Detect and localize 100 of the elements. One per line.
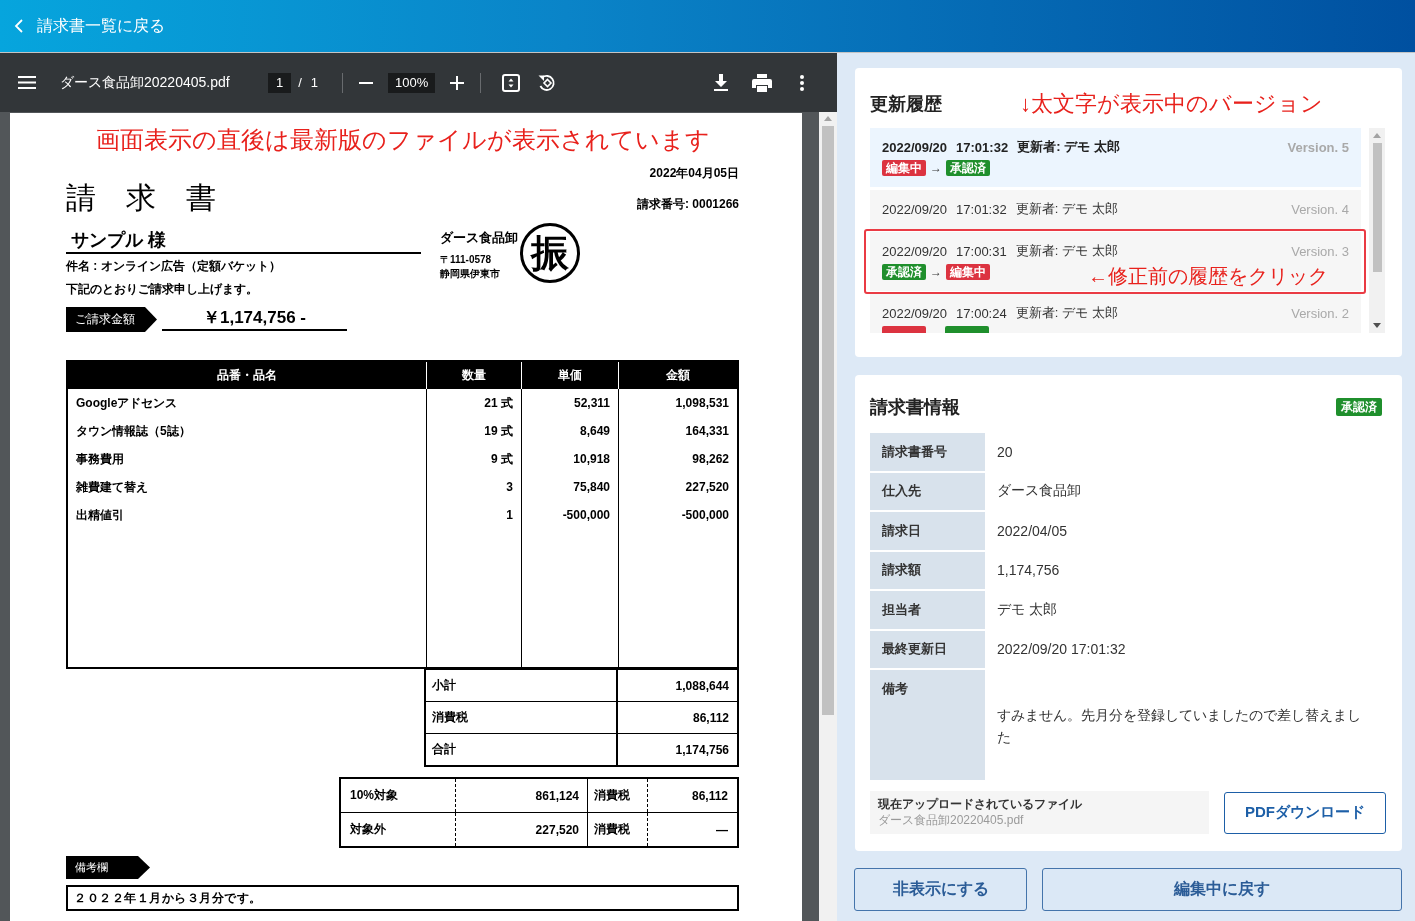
history-item[interactable]: 2022/09/20 17:01:32 更新者: デモ 太郎 Version. 5 編集中 → 承認済 xyxy=(870,128,1361,187)
page-number-field[interactable]: 1 xyxy=(268,72,292,93)
table-cell: -500,000 xyxy=(618,501,737,529)
history-item[interactable]: 2022/09/20 17:00:31 更新者: デモ 太郎 Version. 3 承認済 → 編集中 ←修正前の履歴をクリック xyxy=(870,232,1361,291)
history-time: 17:00:31 xyxy=(956,243,1007,259)
table-cell: 10,918 xyxy=(521,445,618,473)
table-cell: 小計 xyxy=(425,669,617,702)
seal-stamp: 振 xyxy=(520,223,580,283)
greeting-text: 下記のとおりご請求申し上げます。 xyxy=(66,281,259,298)
field-label: 備考 xyxy=(870,670,985,780)
version-label: Version. 2 xyxy=(1291,305,1349,321)
status-badge: 承認済 xyxy=(946,160,990,176)
document-title: 請 求 書 xyxy=(66,181,216,215)
file-label: 現在アップロードされているファイル xyxy=(878,796,1083,812)
section-title: 請求書情報 xyxy=(870,396,960,419)
table-cell: 1,098,531 xyxy=(618,389,737,417)
table-cell: 3 xyxy=(426,473,521,501)
fit-page-icon[interactable] xyxy=(502,73,521,92)
history-item[interactable]: 2022/09/20 17:01:32 更新者: デモ 太郎 Version. 4 xyxy=(870,190,1361,229)
status-badge: 編集中 xyxy=(882,160,926,176)
file-name: ダース食品卸20220405.pdf xyxy=(60,73,230,92)
version-label: Version. 5 xyxy=(1287,139,1349,155)
page-separator: / xyxy=(298,75,302,90)
history-editor: 更新者: デモ 太郎 xyxy=(1015,242,1118,260)
history-date: 2022/09/20 xyxy=(882,201,948,217)
field-label: 請求額 xyxy=(870,551,985,589)
action-button[interactable]: 非表示にする xyxy=(854,868,1027,911)
issuer-name: ダース食品卸 xyxy=(440,229,519,247)
table-cell: 227,520 xyxy=(618,473,737,501)
field-value: 2022/04/05 xyxy=(997,522,1068,539)
history-date: 2022/09/20 xyxy=(882,305,948,321)
field-label: 仕入先 xyxy=(870,472,985,510)
table-cell: 861,124 xyxy=(455,778,588,813)
version-label: Version. 3 xyxy=(1291,243,1349,259)
table-cell: 9 式 xyxy=(426,445,521,473)
history-time: 17:01:32 xyxy=(956,201,1007,217)
column-header: 単価 xyxy=(521,362,618,389)
column-header: 品番・品名 xyxy=(68,362,426,389)
status-badge: 承認済 xyxy=(882,264,926,280)
table-cell-text: 雑費建て替え xyxy=(75,478,149,496)
table-cell: 10%対象 xyxy=(340,778,456,813)
field-label: 担当者 xyxy=(870,591,985,629)
download-icon[interactable] xyxy=(713,74,729,91)
table-cell: 98,262 xyxy=(618,445,737,473)
chevron-left-icon xyxy=(14,18,24,34)
more-icon[interactable] xyxy=(800,74,804,91)
menu-icon[interactable] xyxy=(18,76,36,89)
field-value: デモ 太郎 xyxy=(997,600,1057,619)
table-cell: 8,649 xyxy=(521,417,618,445)
action-button[interactable]: 編集中に戻す xyxy=(1042,868,1402,911)
scroll-down-icon[interactable] xyxy=(1373,323,1381,328)
history-editor: 更新者: デモ 太郎 xyxy=(1015,200,1118,218)
section-title: 更新履歴 xyxy=(870,93,942,116)
scrollbar-thumb[interactable] xyxy=(1372,143,1382,272)
history-time: 17:01:32 xyxy=(956,139,1009,155)
annotation-note: 画面表示の直後は最新版のファイルが表示されています xyxy=(95,125,710,155)
amount-label: ご請求金額 xyxy=(66,307,157,332)
invoice-number: 請求番号: 0001266 xyxy=(636,196,739,213)
print-icon[interactable] xyxy=(752,73,772,92)
table-cell-text: Googleアドセンス xyxy=(75,394,179,412)
table-cell: 75,840 xyxy=(521,473,618,501)
field-value: 2022/09/20 17:01:32 xyxy=(997,641,1126,658)
table-cell: 21 式 xyxy=(426,389,521,417)
field-label: 最終更新日 xyxy=(870,630,985,668)
plus-icon[interactable] xyxy=(450,75,465,90)
table-cell: 対象外 xyxy=(340,812,456,847)
table-cell: -500,000 xyxy=(521,501,618,529)
pdf-download-button[interactable]: PDFダウンロード xyxy=(1224,791,1386,834)
field-value: 20 xyxy=(997,443,1013,460)
table-cell: 227,520 xyxy=(455,812,588,847)
file-name: ダース食品卸20220405.pdf xyxy=(878,812,1025,828)
table-cell: 合計 xyxy=(425,733,617,766)
table-cell: 消費税 xyxy=(425,701,617,734)
remarks-label: 備考欄 xyxy=(66,856,150,879)
remarks-box: ２０２２年１月から３月分です。 xyxy=(66,885,739,911)
scrollbar-thumb[interactable] xyxy=(822,126,834,715)
annotation-note: ←修正前の履歴をクリック xyxy=(1088,264,1328,289)
table-cell: 164,331 xyxy=(618,417,737,445)
subject-text: 件名 : オンライン広告（定額バケット） xyxy=(66,258,282,275)
rotate-icon[interactable] xyxy=(537,73,557,92)
status-badge: 編集中 xyxy=(946,264,990,280)
annotation-note: ↓太文字が表示中のバージョン xyxy=(1020,90,1323,118)
zoom-field[interactable]: 100% xyxy=(388,72,436,93)
table-cell: 消費税 xyxy=(587,778,648,813)
postal-code: 〒111-0578 xyxy=(440,253,493,267)
field-value: ダース食品卸 xyxy=(997,482,1081,501)
table-cell: 1,088,644 xyxy=(617,669,738,702)
status-badge: 承認済 xyxy=(1336,398,1382,416)
table-cell: 52,311 xyxy=(521,389,618,417)
column-header: 金額 xyxy=(618,362,737,389)
history-editor: 更新者: デモ 太郎 xyxy=(1017,138,1120,156)
invoice-date: 2022年04月05日 xyxy=(649,165,739,181)
version-label: Version. 4 xyxy=(1291,201,1349,217)
table-cell: 19 式 xyxy=(426,417,521,445)
arrow-text: → xyxy=(930,265,942,279)
arrow-text: → xyxy=(930,161,942,175)
table-cell: 消費税 xyxy=(587,812,648,847)
history-item[interactable]: 2022/09/20 17:00:24 更新者: デモ 太郎 Version. 2 xyxy=(870,294,1361,333)
history-time: 17:00:24 xyxy=(956,305,1007,321)
table-cell: — xyxy=(647,812,738,847)
